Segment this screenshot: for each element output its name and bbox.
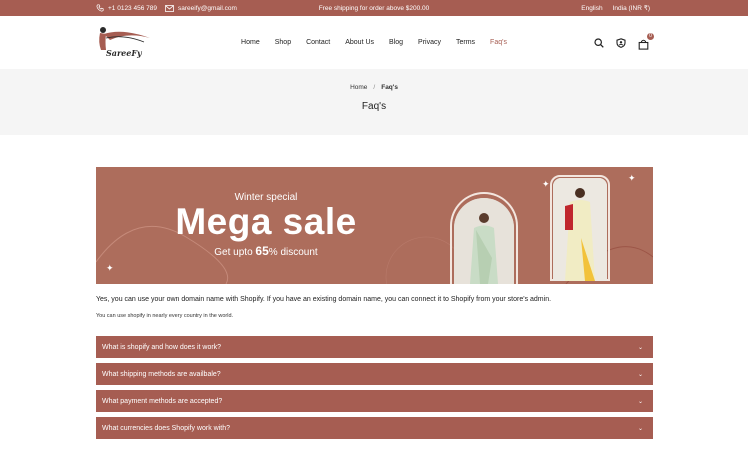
chevron-down-icon: ⌄ (637, 398, 643, 405)
faq-question: What is shopify and how does it work? (102, 343, 222, 351)
breadcrumb-home[interactable]: Home (350, 84, 367, 91)
banner-discount: Get upto 65% discount (96, 244, 436, 258)
discount-prefix: Get upto (214, 247, 256, 258)
faq-item[interactable]: What is shopify and how does it work? ⌄ (96, 336, 653, 358)
announcement-text: Free shipping for order above $200.00 (318, 4, 430, 12)
nav-terms[interactable]: Terms (456, 39, 475, 46)
breadcrumb-separator: / (373, 84, 376, 91)
nav-home[interactable]: Home (241, 39, 260, 46)
nav-faqs[interactable]: Faq's (490, 39, 507, 46)
breadcrumb-current: Faq's (381, 84, 398, 91)
model-image-right (553, 178, 607, 281)
promo-banner[interactable]: Winter special Mega sale Get upto 65% di… (96, 167, 653, 284)
faq-item[interactable]: What payment methods are accepted? ⌄ (96, 390, 653, 412)
faq-intro-note: You can use shopify in nearly every coun… (96, 313, 234, 319)
currency-selector[interactable]: India (INR ₹) (613, 4, 650, 12)
nav-blog[interactable]: Blog (389, 39, 403, 46)
cart-count-badge: 0 (647, 32, 654, 40)
chevron-down-icon: ⌄ (637, 371, 643, 378)
faq-intro-paragraph: Yes, you can use your own domain name wi… (96, 296, 552, 303)
faq-question: What shipping methods are availbale? (102, 370, 221, 378)
page-heading-area: Home / Faq's Faq's (0, 69, 748, 135)
banner-headline: Mega sale (175, 201, 357, 242)
sparkle-icon: ✦ (542, 179, 550, 189)
saree-model-figure (553, 178, 607, 281)
sparkle-icon: ✦ (628, 173, 636, 183)
header-actions: 0 (594, 16, 654, 69)
nav-about-us[interactable]: About Us (345, 39, 374, 46)
site-header: SareeFy Home Shop Contact About Us Blog … (0, 16, 748, 69)
chevron-down-icon: ⌄ (637, 425, 643, 432)
chevron-down-icon: ⌄ (637, 344, 643, 351)
breadcrumb: Home / Faq's (0, 84, 748, 91)
locale-selectors: English India (INR ₹) (581, 0, 650, 16)
discount-suffix: % discount (268, 247, 318, 258)
faq-question: What currencies does Shopify work with? (102, 424, 230, 432)
faq-item[interactable]: What shipping methods are availbale? ⌄ (96, 363, 653, 385)
faq-question: What payment methods are accepted? (102, 397, 223, 405)
account-shield-icon[interactable] (616, 37, 626, 48)
language-selector[interactable]: English (581, 5, 602, 12)
nav-shop[interactable]: Shop (275, 39, 291, 46)
discount-value: 65 (255, 244, 269, 258)
top-bar: +1 0123 456 789 sareeify@gmail.com Free … (0, 0, 748, 16)
nav-privacy[interactable]: Privacy (418, 39, 441, 46)
sparkle-icon: ✦ (106, 263, 114, 273)
model-image-left (454, 198, 514, 284)
cart-button[interactable]: 0 (638, 32, 654, 50)
saree-model-figure (454, 198, 514, 284)
nav-contact[interactable]: Contact (306, 39, 330, 46)
page-title: Faq's (361, 101, 387, 112)
shopping-bag-icon (638, 39, 649, 50)
faq-item[interactable]: What currencies does Shopify work with? … (96, 417, 653, 439)
faq-accordion: What is shopify and how does it work? ⌄ … (96, 336, 653, 444)
search-icon[interactable] (594, 37, 604, 48)
